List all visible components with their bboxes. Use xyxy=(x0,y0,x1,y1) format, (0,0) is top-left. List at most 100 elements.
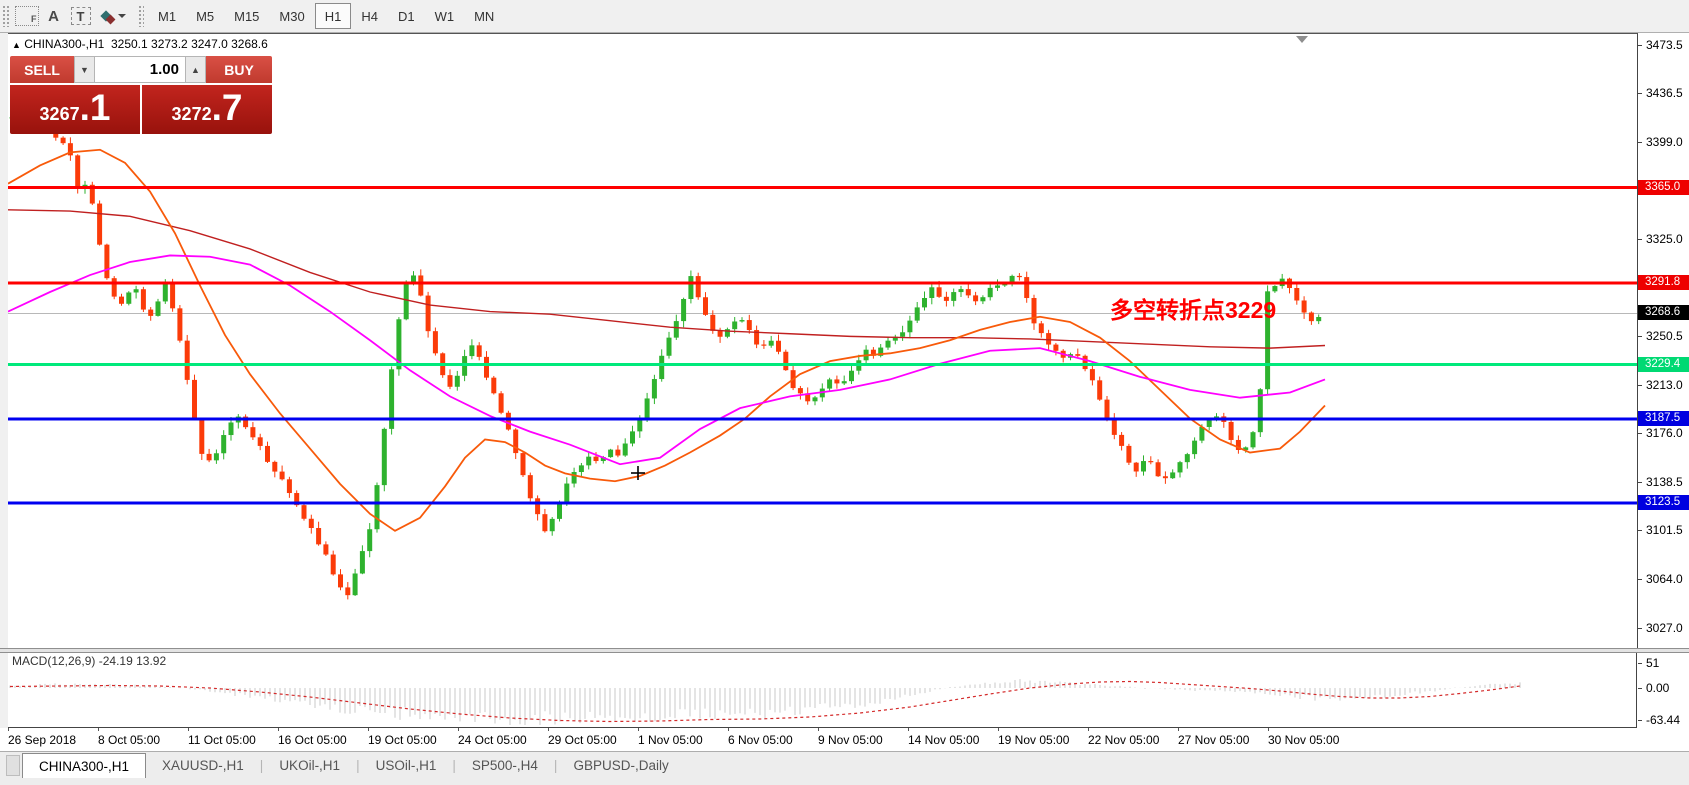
time-label: 26 Sep 2018 xyxy=(8,733,77,747)
time-tick-mark xyxy=(818,728,819,731)
price-level-tag: 3123.5 xyxy=(1638,494,1689,510)
price-tick-label: 3213.0 xyxy=(1646,377,1683,392)
sell-price-panel[interactable]: 3267.1 xyxy=(10,85,140,134)
price-tick-label: 3176.0 xyxy=(1646,426,1683,441)
time-tick-mark xyxy=(998,728,999,731)
price-tick-label: 3473.5 xyxy=(1646,38,1683,52)
time-tick-mark xyxy=(98,728,99,731)
timeframe-button-m5[interactable]: M5 xyxy=(186,3,224,29)
macd-main-value: -24.19 xyxy=(98,654,133,668)
macd-pane[interactable]: MACD(12,26,9) -24.19 13.92 xyxy=(8,653,1637,728)
timeframe-group: M1 M5 M15 M30 H1 H4 D1 W1 MN xyxy=(148,3,504,29)
macd-tick-label: 51 xyxy=(1646,656,1660,670)
time-tick-mark xyxy=(1088,728,1089,731)
price-tick-mark xyxy=(1638,384,1642,386)
volume-increase-button[interactable]: ▲ xyxy=(185,56,206,83)
time-axis[interactable]: 26 Sep 2018 8 Oct 05:00 11 Oct 05:00 16 Oct… xyxy=(0,728,1689,751)
volume-decrease-button[interactable]: ▼ xyxy=(74,56,95,83)
timeframe-button-m1[interactable]: M1 xyxy=(148,3,186,29)
symbol-info-line: ▲ CHINA300-,H1 3250.1 3273.2 3247.0 3268… xyxy=(12,37,268,51)
timeframe-button-h1[interactable]: H1 xyxy=(314,3,352,29)
time-label: 27 Nov 05:00 xyxy=(1178,733,1250,747)
time-label: 24 Oct 05:00 xyxy=(458,733,527,747)
time-label: 9 Nov 05:00 xyxy=(818,733,883,747)
macd-tick-label: 0.00 xyxy=(1646,681,1670,695)
time-tick-mark xyxy=(278,728,279,731)
grid-f-icon[interactable]: F xyxy=(13,3,40,29)
macd-signal-value: 13.92 xyxy=(136,654,167,668)
collapse-arrow-icon[interactable]: ▲ xyxy=(12,40,21,50)
chart-text-annotation[interactable]: 多空转折点3229 xyxy=(1110,291,1276,325)
time-label: 14 Nov 05:00 xyxy=(908,733,980,747)
tab-sp500-h4[interactable]: SP500-,H4 xyxy=(456,752,554,779)
time-tick-mark xyxy=(1268,728,1269,731)
price-axis[interactable]: 3473.5 3436.5 3399.0 3325.0 3250.5 3213.0 3176… xyxy=(1638,33,1689,648)
chart-shift-marker-icon[interactable] xyxy=(1296,36,1308,43)
timeframe-button-w1[interactable]: W1 xyxy=(425,3,465,29)
macd-tick-mark xyxy=(1638,688,1642,689)
price-level-tag: 3268.6 xyxy=(1638,305,1689,321)
sell-price-main: 3267 xyxy=(39,104,80,124)
toolbar-separator xyxy=(138,5,144,27)
price-level-tag: 3291.8 xyxy=(1638,275,1689,291)
buy-price-main: 3272 xyxy=(171,104,212,124)
price-level-tag: 3365.0 xyxy=(1638,179,1689,195)
macd-tick-mark xyxy=(1638,663,1642,664)
text-tool-icon[interactable]: T xyxy=(67,3,94,29)
label-a-glyph: A xyxy=(48,7,59,25)
ohlc-close: 3268.6 xyxy=(231,37,268,51)
chart-window: 3473.5 3436.5 3399.0 3325.0 3250.5 3213.0 3176… xyxy=(0,33,1689,785)
time-label: 19 Oct 05:00 xyxy=(368,733,437,747)
toolbar-grip[interactable] xyxy=(2,5,10,27)
buy-price-panel[interactable]: 3272.7 xyxy=(142,85,272,134)
price-tick-mark xyxy=(1638,627,1642,629)
timeframe-button-mn[interactable]: MN xyxy=(464,3,504,29)
time-label: 22 Nov 05:00 xyxy=(1088,733,1160,747)
buy-button[interactable]: BUY xyxy=(206,56,272,83)
timeframe-button-m30[interactable]: M30 xyxy=(269,3,314,29)
price-tick-label: 3027.0 xyxy=(1646,620,1683,635)
tab-ukoil-h1[interactable]: UKOil-,H1 xyxy=(263,752,356,779)
time-tick-mark xyxy=(188,728,189,731)
time-tick-mark xyxy=(8,728,9,731)
price-tick-mark xyxy=(1638,238,1642,240)
timeframe-button-m15[interactable]: M15 xyxy=(224,3,269,29)
price-tick-mark xyxy=(1638,530,1642,532)
price-tick-label: 3138.5 xyxy=(1646,475,1683,490)
ohlc-open: 3250.1 xyxy=(110,37,148,51)
timeframe-button-d1[interactable]: D1 xyxy=(388,3,425,29)
volume-input[interactable]: 1.00 xyxy=(95,56,185,83)
trading-terminal-window: { "toolbar": { "tools": [ {"name": "grid… xyxy=(0,0,1689,785)
time-label: 11 Oct 05:00 xyxy=(188,733,256,747)
dropdown-caret-icon xyxy=(118,14,126,18)
top-toolbar: F A T M1 M5 M15 M30 H1 H4 D1 W1 MN xyxy=(0,0,1689,33)
macd-name: MACD(12,26,9) xyxy=(12,654,96,668)
arrows-tool-icon[interactable] xyxy=(94,3,134,29)
sell-button[interactable]: SELL xyxy=(10,56,74,83)
time-label: 19 Nov 05:00 xyxy=(998,733,1070,747)
time-label: 29 Oct 05:00 xyxy=(548,733,617,747)
price-tick-mark xyxy=(1638,482,1642,484)
time-label: 6 Nov 05:00 xyxy=(728,733,793,747)
macd-tick-label: -63.44 xyxy=(1646,713,1681,727)
price-tick-mark xyxy=(1638,336,1642,338)
time-label: 30 Nov 05:00 xyxy=(1268,733,1340,747)
tab-xauusd-h1[interactable]: XAUUSD-,H1 xyxy=(146,752,260,779)
price-tick-label: 3436.5 xyxy=(1646,86,1683,101)
tab-china300-h1[interactable]: CHINA300-,H1 xyxy=(22,753,147,779)
timeframe-button-h4[interactable]: H4 xyxy=(351,3,388,29)
macd-label: MACD(12,26,9) -24.19 13.92 xyxy=(12,654,166,668)
time-tick-mark xyxy=(458,728,459,731)
tab-strip-spacer xyxy=(6,755,20,776)
sell-price-big-digit: .1 xyxy=(79,87,111,128)
label-tool-icon[interactable]: A xyxy=(40,3,67,29)
time-tick-mark xyxy=(638,728,639,731)
tab-gbpusd-daily[interactable]: GBPUSD-,Daily xyxy=(557,752,684,779)
ohlc-high: 3273.2 xyxy=(151,37,188,51)
time-label: 16 Oct 05:00 xyxy=(278,733,347,747)
macd-axis[interactable]: 51 0.00 -63.44 xyxy=(1638,653,1689,728)
time-tick-mark xyxy=(1178,728,1179,731)
tab-usoil-h1[interactable]: USOil-,H1 xyxy=(360,752,453,779)
bottom-strip xyxy=(0,778,1689,785)
chart-tab-bar: CHINA300-,H1 XAUUSD-,H1 | UKOil-,H1 | USOil-,… xyxy=(0,751,1689,779)
